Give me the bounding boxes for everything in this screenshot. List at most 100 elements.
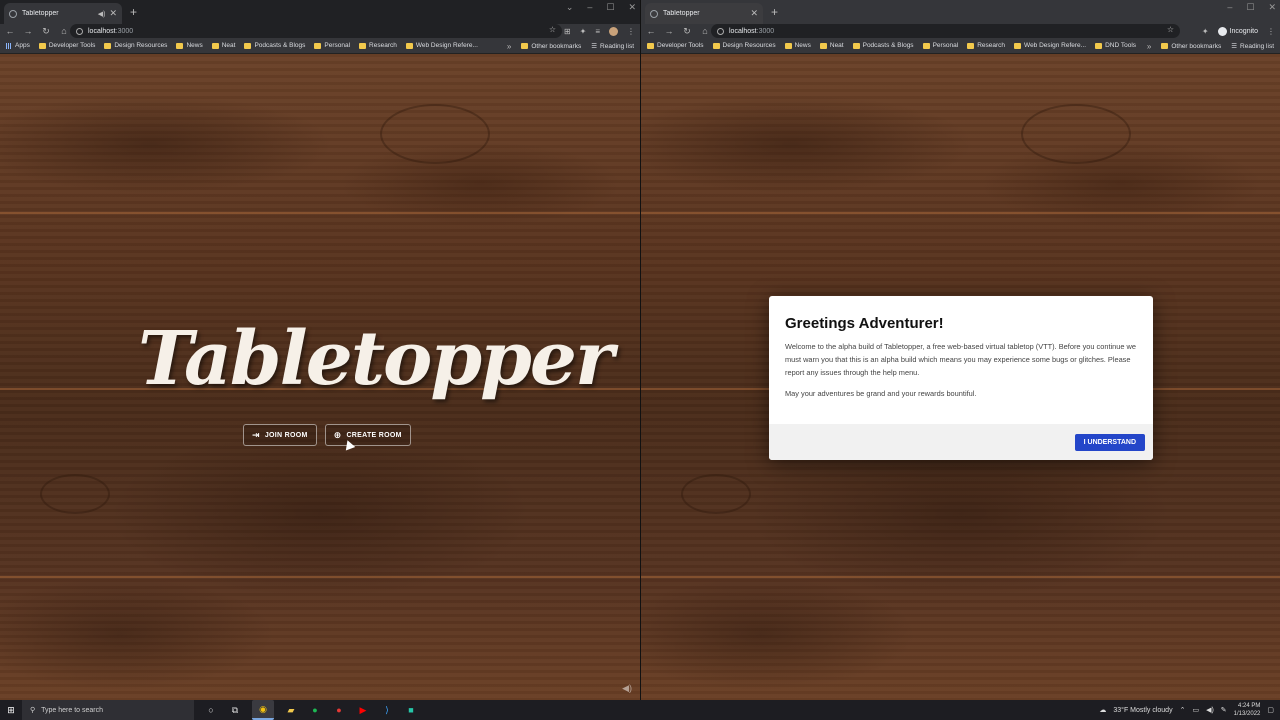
home-icon[interactable]: ⌂	[59, 26, 69, 36]
star-icon[interactable]: ☆	[1167, 25, 1174, 34]
install-icon[interactable]: ⊞	[564, 27, 571, 36]
weather-text[interactable]: 33°F Mostly cloudy	[1113, 707, 1172, 714]
kebab-menu-icon[interactable]: ⋮	[1267, 27, 1275, 36]
spotify-icon[interactable]: ●	[308, 703, 322, 717]
info-icon[interactable]	[717, 27, 724, 35]
join-room-button[interactable]: ⇥ JOIN ROOM	[243, 424, 317, 446]
forward-icon[interactable]: →	[23, 26, 33, 36]
reading-list[interactable]: ☰ Reading list	[591, 42, 634, 51]
notifications-icon[interactable]: ▢	[1267, 706, 1274, 714]
bookmark-folder[interactable]: Web Design Refere...	[405, 42, 478, 49]
bookmark-folder[interactable]: Design Resources	[712, 42, 776, 49]
address-bar[interactable]: localhost:3000 ☆	[711, 24, 1180, 38]
bookmark-folder[interactable]: Podcasts & Blogs	[244, 42, 305, 49]
clock-time: 4:24 PM	[1238, 703, 1261, 709]
clock[interactable]: 4:24 PM 1/13/2022	[1234, 702, 1261, 718]
network-icon[interactable]: ▭	[1192, 706, 1199, 714]
new-tab-icon[interactable]: +	[771, 5, 778, 19]
incognito-badge[interactable]: Incognito	[1217, 26, 1258, 36]
chevron-down-icon[interactable]: ⌄	[566, 2, 574, 13]
tab-title: Tabletopper	[22, 10, 59, 17]
bookmark-folder[interactable]: News	[784, 42, 811, 49]
more-bookmarks-icon[interactable]: »	[507, 42, 511, 51]
folder-icon	[314, 42, 322, 49]
home-icon[interactable]: ⌂	[700, 26, 710, 36]
understand-button[interactable]: I UNDERSTAND	[1074, 434, 1145, 451]
extensions-icon[interactable]: ✦	[580, 27, 587, 36]
weather-icon: ☁	[1099, 707, 1107, 714]
reload-icon[interactable]: ↻	[41, 26, 51, 37]
tab-strip: Tabletopper ◀) ✕ + ⌄ – ☐ ✕	[0, 0, 640, 24]
reload-icon[interactable]: ↻	[682, 26, 692, 37]
bookmark-folder[interactable]: DND Tools	[1095, 42, 1136, 49]
tab-tabletopper[interactable]: Tabletopper ✕	[645, 3, 763, 24]
bookmark-folder[interactable]: Podcasts & Blogs	[852, 42, 914, 49]
speaker-icon[interactable]: ◀)	[98, 10, 106, 18]
chevron-up-icon[interactable]: ⌃	[1180, 706, 1186, 714]
close-tab-icon[interactable]: ✕	[109, 8, 117, 19]
youtube-icon[interactable]: ▶	[356, 703, 370, 717]
music-app-icon[interactable]: ●	[332, 703, 346, 717]
tab-tabletopper[interactable]: Tabletopper ◀) ✕	[4, 3, 122, 24]
other-bookmarks[interactable]: Other bookmarks	[1161, 43, 1221, 50]
minimize-icon[interactable]: –	[587, 2, 592, 13]
bookmark-folder[interactable]: Research	[967, 42, 1005, 49]
create-room-button[interactable]: ⊕ CREATE ROOM	[324, 424, 411, 446]
chrome-icon[interactable]: ◉	[252, 700, 274, 720]
app-icon[interactable]: ■	[404, 703, 418, 717]
bookmark-apps[interactable]: Apps	[6, 42, 30, 49]
new-tab-icon[interactable]: +	[130, 5, 137, 19]
dialog-body: Welcome to the alpha build of Tabletoppe…	[785, 342, 1136, 377]
bookmark-folder[interactable]: Web Design Refere...	[1014, 42, 1086, 49]
bookmark-label: DND Tools	[1105, 42, 1137, 49]
avatar[interactable]	[609, 26, 618, 36]
search-placeholder: Type here to search	[41, 706, 104, 714]
bookmark-label: Web Design Refere...	[415, 42, 478, 49]
maximize-icon[interactable]: ☐	[606, 2, 614, 13]
info-icon[interactable]	[76, 27, 83, 35]
bookmark-folder[interactable]: Developer Tools	[38, 42, 95, 49]
volume-icon[interactable]: ◀)	[622, 683, 632, 694]
wood-knot	[1021, 104, 1131, 164]
back-icon[interactable]: ←	[646, 26, 656, 36]
login-icon: ⇥	[252, 429, 260, 440]
star-icon[interactable]: ☆	[549, 25, 556, 34]
system-tray: ☁ 33°F Mostly cloudy ⌃ ▭ ◀) ✎ 4:24 PM 1/…	[1099, 700, 1274, 720]
file-explorer-icon[interactable]: ▰	[284, 703, 298, 717]
pen-icon[interactable]: ✎	[1221, 706, 1227, 714]
other-bookmarks[interactable]: Other bookmarks	[521, 43, 581, 50]
welcome-dialog: Greetings Adventurer! Welcome to the alp…	[769, 296, 1153, 460]
bookmark-folder[interactable]: News	[176, 42, 203, 49]
bookmark-folder[interactable]: Personal	[314, 42, 350, 49]
volume-icon[interactable]: ◀)	[1206, 706, 1214, 714]
minimize-icon[interactable]: –	[1227, 2, 1232, 13]
bookmark-folder[interactable]: Neat	[819, 42, 844, 49]
taskbar-apps: ○ ⧉ ◉ ▰ ● ● ▶ ⟩ ■	[204, 700, 418, 720]
close-window-icon[interactable]: ✕	[628, 2, 636, 13]
bookmark-folder[interactable]: Developer Tools	[647, 42, 704, 49]
extensions-icon[interactable]: ✦	[1202, 27, 1209, 36]
close-window-icon[interactable]: ✕	[1268, 2, 1276, 13]
close-tab-icon[interactable]: ✕	[750, 8, 758, 19]
windows-start-icon[interactable]: ⊞	[0, 705, 22, 716]
folder-icon	[922, 42, 930, 49]
maximize-icon[interactable]: ☐	[1246, 2, 1254, 13]
bookmark-folder[interactable]: Design Resources	[104, 42, 167, 49]
reading-list[interactable]: ☰ Reading list	[1231, 42, 1274, 51]
wood-plank-seam	[0, 576, 640, 578]
back-icon[interactable]: ←	[5, 26, 15, 36]
bookmark-folder[interactable]: Research	[359, 42, 397, 49]
wood-knot	[681, 474, 751, 514]
bookmark-folder[interactable]: Neat	[211, 42, 235, 49]
taskbar-search[interactable]: ⚲ Type here to search	[22, 700, 194, 720]
task-view-icon[interactable]: ⧉	[228, 703, 242, 717]
address-bar[interactable]: localhost:3000 ☆	[70, 24, 562, 38]
more-bookmarks-icon[interactable]: »	[1147, 42, 1151, 51]
vscode-icon[interactable]: ⟩	[380, 703, 394, 717]
folder-icon	[784, 42, 792, 49]
cortana-icon[interactable]: ○	[204, 703, 218, 717]
playlist-icon[interactable]: ≡	[595, 27, 600, 36]
forward-icon[interactable]: →	[664, 26, 674, 36]
kebab-menu-icon[interactable]: ⋮	[627, 27, 635, 36]
bookmark-folder[interactable]: Personal	[922, 42, 958, 49]
